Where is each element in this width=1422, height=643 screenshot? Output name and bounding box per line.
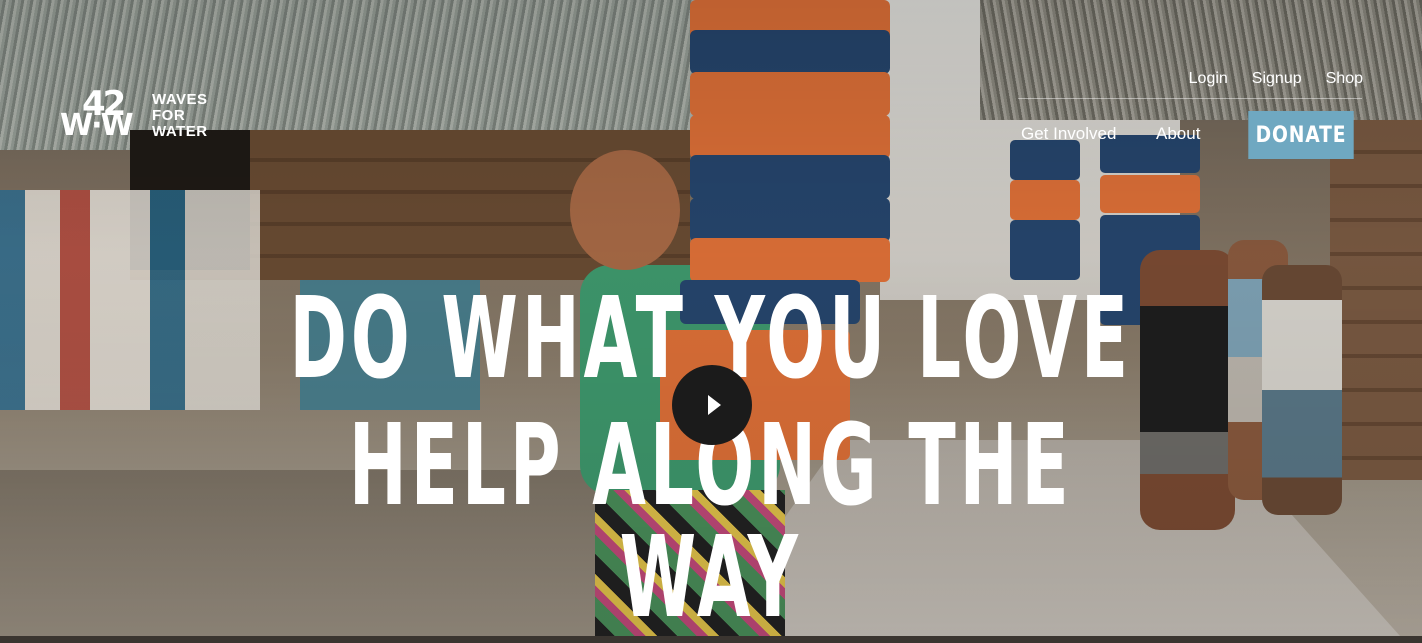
play-icon	[707, 395, 721, 415]
logo-mark-icon: 42 W·W	[60, 84, 134, 143]
nav-get-involved[interactable]: Get Involved	[1021, 124, 1116, 144]
nav-divider	[1018, 98, 1362, 99]
logo-wordmark: WAVES FOR WATER	[152, 91, 208, 140]
play-video-button[interactable]	[672, 365, 752, 445]
signup-link[interactable]: Signup	[1252, 70, 1302, 88]
shop-link[interactable]: Shop	[1326, 70, 1363, 88]
login-link[interactable]: Login	[1189, 70, 1228, 88]
utility-nav: Login Signup Shop	[1189, 70, 1363, 88]
donate-button[interactable]: DONATE	[1248, 111, 1354, 159]
nav-about[interactable]: About	[1156, 124, 1200, 144]
site-logo[interactable]: 42 W·W WAVES FOR WATER	[60, 84, 208, 144]
